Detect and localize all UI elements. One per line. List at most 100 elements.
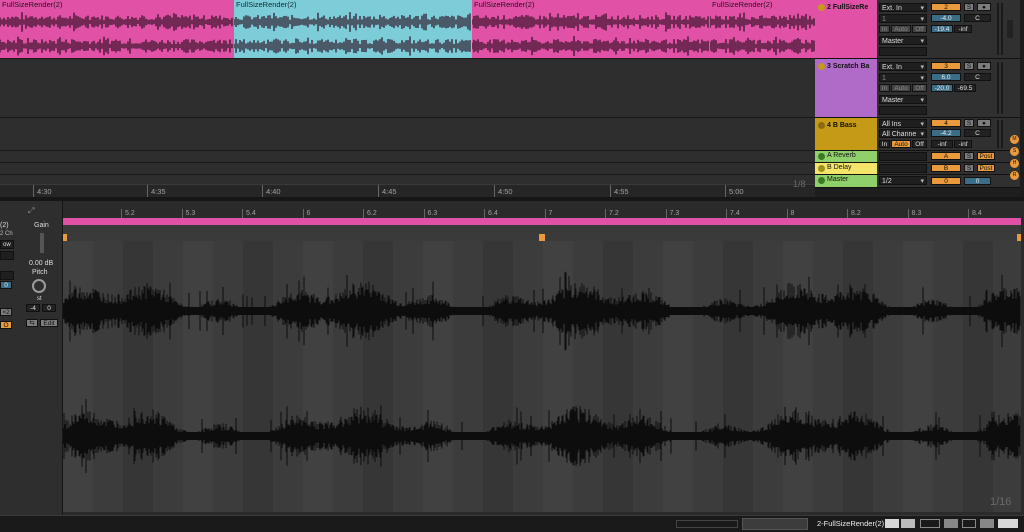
return-lane-b[interactable] [0, 163, 815, 175]
monitor-auto-button[interactable]: Auto [891, 25, 911, 33]
gain-fader[interactable] [40, 233, 44, 253]
monitor-off-button[interactable]: Off [912, 84, 927, 92]
start-marker[interactable] [63, 234, 67, 241]
field-fragment[interactable] [0, 251, 14, 260]
track-header-4[interactable]: 4 B Bass All Ins All Channe In Auto Off … [815, 118, 1020, 151]
overview-window[interactable] [742, 518, 808, 530]
track-header-2[interactable]: 2 FullSizeRe Ext. In 1 In Auto Off Maste… [815, 0, 1020, 59]
arm-button[interactable]: ● [977, 62, 991, 70]
view-toggle-icon[interactable] [962, 519, 976, 528]
audio-clip[interactable]: FullSizeRender(2) [472, 0, 710, 58]
warp-marker[interactable] [539, 234, 545, 241]
track-activator[interactable]: 4 [931, 119, 961, 127]
clip-loop-bar[interactable] [63, 218, 1021, 225]
track-title[interactable]: Master [815, 175, 877, 187]
input-channel-select[interactable]: 1 [879, 14, 927, 24]
end-marker[interactable] [1017, 234, 1021, 241]
input-type-select[interactable]: All Ins [879, 119, 927, 129]
pitch-knob[interactable] [32, 279, 46, 293]
double-tempo-button[interactable]: ×2 [0, 308, 12, 316]
device-view-icon[interactable] [885, 519, 899, 528]
solo-button[interactable]: S [964, 164, 974, 172]
pitch-fine-field[interactable]: 0 [42, 304, 56, 312]
master-cue[interactable]: 0 [964, 177, 991, 185]
return-lane-a[interactable] [0, 151, 815, 163]
cpu-meter-icon[interactable] [944, 519, 958, 528]
return-input[interactable] [879, 152, 927, 161]
audio-clip[interactable]: FullSizeRender(2) [710, 0, 815, 58]
post-button[interactable]: Post [977, 164, 995, 172]
monitor-off-button[interactable]: Off [912, 140, 927, 148]
solo-button[interactable]: S [964, 119, 974, 127]
master-volume[interactable]: 0 [931, 177, 961, 185]
monitor-auto-button[interactable]: Auto [891, 84, 911, 92]
pitch-coarse-field[interactable]: -4 [26, 304, 40, 312]
input-channel-select[interactable]: All Channe [879, 129, 927, 139]
output-channel-select[interactable] [879, 106, 927, 115]
track-lane-2[interactable]: FullSizeRender(2) FullSizeRender(2) Full… [0, 0, 815, 59]
track-title[interactable]: 4 B Bass [815, 118, 877, 150]
output-select[interactable]: Master [879, 36, 927, 46]
play-icon[interactable] [818, 177, 825, 184]
mixer-section-toggle[interactable]: S [1010, 147, 1019, 156]
arm-button[interactable]: ● [977, 3, 991, 11]
return-activator[interactable]: B [931, 164, 961, 172]
track-activator[interactable]: 3 [931, 62, 961, 70]
output-select[interactable]: Master [879, 95, 927, 105]
return-input[interactable] [879, 164, 927, 173]
time-ruler[interactable]: 4:30 4:35 4:40 4:45 4:50 4:55 5:00 1/8 [0, 179, 815, 197]
input-type-select[interactable]: Ext. In [879, 3, 927, 13]
play-icon[interactable] [818, 153, 825, 160]
monitor-auto-button[interactable]: Auto [891, 140, 911, 148]
field-fragment[interactable] [0, 271, 14, 280]
scroll-handle[interactable] [1007, 20, 1013, 38]
fold-icon[interactable] [818, 122, 825, 129]
output-channel-select[interactable] [879, 47, 927, 56]
input-channel-select[interactable]: 1 [879, 73, 927, 83]
monitor-in-button[interactable]: In [879, 25, 890, 33]
monitor-in-button[interactable]: In [879, 140, 890, 148]
track-activator[interactable]: 2 [931, 3, 961, 11]
mixer-section-toggle[interactable]: R [1010, 171, 1019, 180]
solo-button[interactable]: S [964, 3, 974, 11]
fold-icon[interactable] [818, 63, 825, 70]
pan-field[interactable]: C [964, 129, 991, 137]
clip-view-icon[interactable] [901, 519, 915, 528]
track-title[interactable]: 2 FullSizeRe [815, 0, 877, 58]
post-button[interactable]: Post [977, 152, 995, 160]
track-title[interactable]: A Reverb [815, 151, 877, 162]
overview-strip[interactable] [676, 520, 738, 528]
master-output-select[interactable]: 1/2 [879, 176, 927, 186]
mixer-section-toggle[interactable]: M [1010, 135, 1019, 144]
sample-waveform-display[interactable] [63, 241, 1021, 512]
value-fragment[interactable]: 0 [0, 281, 12, 289]
solo-button[interactable]: S [964, 152, 974, 160]
track-header-3[interactable]: 3 Scratch Ba Ext. In 1 In Auto Off Maste… [815, 59, 1020, 118]
expand-icon[interactable]: ⤢ [28, 206, 34, 216]
return-track-a[interactable]: A Reverb A S Post [815, 151, 1020, 163]
audio-clip[interactable]: FullSizeRender(2) [0, 0, 234, 58]
view-toggle-icon[interactable] [980, 519, 994, 528]
track-lane-4[interactable] [0, 118, 815, 151]
link-icon[interactable]: ⇆ [26, 319, 38, 327]
play-icon[interactable] [818, 165, 825, 172]
track-title[interactable]: B Delay [815, 163, 877, 174]
fold-icon[interactable] [818, 4, 825, 11]
track-title[interactable]: 3 Scratch Ba [815, 59, 877, 117]
edit-button[interactable]: Edit [40, 319, 58, 327]
return-activator[interactable]: A [931, 152, 961, 160]
volume-field[interactable]: -4.2 [931, 129, 961, 137]
master-track[interactable]: Master 1/2 0 0 [815, 175, 1020, 188]
solo-button[interactable]: S [964, 62, 974, 70]
warp-mode-fragment[interactable]: ow [0, 240, 14, 249]
pan-field[interactable]: C [964, 14, 991, 22]
arm-button[interactable]: ● [977, 119, 991, 127]
mixer-section-toggle[interactable]: H [1010, 159, 1019, 168]
return-track-b[interactable]: B Delay B S Post [815, 163, 1020, 175]
monitor-in-button[interactable]: In [879, 84, 890, 92]
pan-field[interactable]: C [964, 73, 991, 81]
volume-field[interactable]: 6.0 [931, 73, 961, 81]
view-toggle-icon[interactable] [998, 519, 1018, 528]
input-type-select[interactable]: Ext. In [879, 62, 927, 72]
warp-marker-lane[interactable] [63, 225, 1021, 241]
